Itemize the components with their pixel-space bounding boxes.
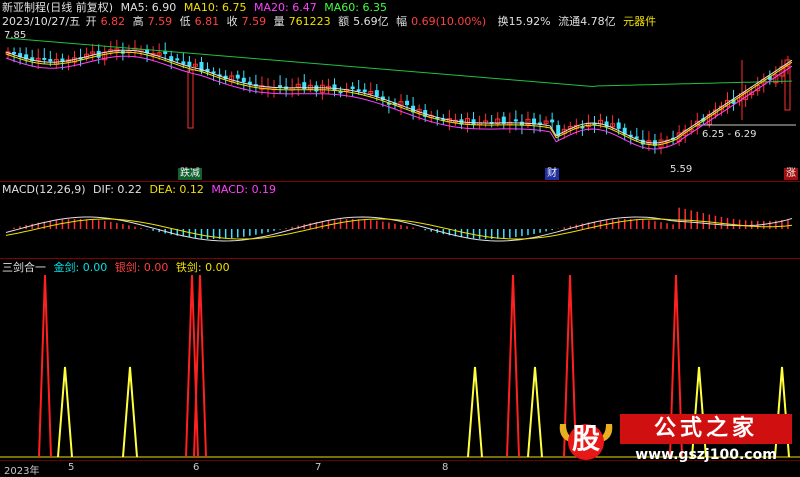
- candle-body: [278, 85, 283, 88]
- candle-body: [314, 85, 319, 92]
- price-range-label: 6.25 - 6.29: [702, 129, 757, 140]
- candle-body: [362, 89, 367, 93]
- price-low-label: 5.59: [670, 164, 693, 175]
- candle-body: [175, 58, 180, 61]
- sword-name: 三剑合一: [2, 261, 46, 274]
- logo-url: www.gszj100.com: [635, 447, 777, 463]
- price-top-label: 7.85: [4, 30, 27, 41]
- iron-sword-spike: [527, 366, 543, 458]
- candle-body: [350, 86, 355, 90]
- candle-body: [12, 51, 17, 54]
- iron-sword-spike: [122, 366, 138, 458]
- ma5-line: [5, 49, 793, 144]
- candle-body: [550, 119, 555, 123]
- panel-divider-2: [0, 258, 800, 259]
- drop-candle: [187, 69, 194, 129]
- date-year: 2023年: [4, 466, 40, 477]
- date-month-5: 5: [68, 462, 75, 473]
- silver-sword-spike: [193, 274, 207, 458]
- watermark-logo: 股 公式之家 www.gszj100.com: [556, 414, 794, 466]
- sword-gold: 金剑: 0.00: [53, 261, 108, 274]
- candle-body: [616, 122, 621, 129]
- candle-body: [42, 57, 47, 60]
- date-month-6: 6: [193, 462, 200, 473]
- candle-body: [634, 136, 639, 139]
- candle-body: [513, 119, 518, 122]
- sword-header: 三剑合一 金剑: 0.00 银剑: 0.00 铁剑: 0.00: [2, 261, 234, 274]
- candle-body: [235, 74, 240, 79]
- macd-name: MACD(12,26,9): [2, 183, 86, 196]
- ma60-line: [5, 37, 793, 88]
- iron-sword-spike: [57, 366, 73, 458]
- macd-header: MACD(12,26,9) DIF: 0.22 DEA: 0.12 MACD: …: [2, 183, 280, 196]
- silver-sword-spike: [506, 274, 520, 458]
- macd-dif: DIF: 0.22: [93, 183, 142, 196]
- candle-body: [356, 89, 361, 92]
- sword-iron: 铁剑: 0.00: [175, 261, 230, 274]
- date-month-7: 7: [315, 462, 322, 473]
- candle-body: [241, 77, 246, 83]
- silver-sword-spike: [38, 274, 52, 458]
- dif-line: [5, 216, 793, 242]
- date-month-8: 8: [442, 462, 449, 473]
- macd-dea: DEA: 0.12: [149, 183, 204, 196]
- signal-tag-1: 跌减: [178, 168, 202, 180]
- logo-gu-char: 股: [571, 422, 600, 455]
- dea-line: [5, 218, 793, 240]
- signal-tag-2: 财: [545, 168, 559, 180]
- signal-tag-3: 涨: [784, 168, 798, 180]
- panel-divider-1: [0, 181, 800, 182]
- candle-body: [187, 61, 192, 66]
- candle-body: [405, 100, 410, 106]
- candlestick-chart[interactable]: [0, 0, 800, 182]
- silver-sword-spike: [185, 274, 199, 458]
- logo-text: 公式之家: [653, 416, 758, 441]
- macd-value: MACD: 0.19: [211, 183, 277, 196]
- iron-sword-spike: [467, 366, 483, 458]
- candle-body: [48, 58, 53, 62]
- ma10-line: [5, 51, 793, 146]
- candle-body: [374, 90, 379, 97]
- sword-silver: 银剑: 0.00: [114, 261, 169, 274]
